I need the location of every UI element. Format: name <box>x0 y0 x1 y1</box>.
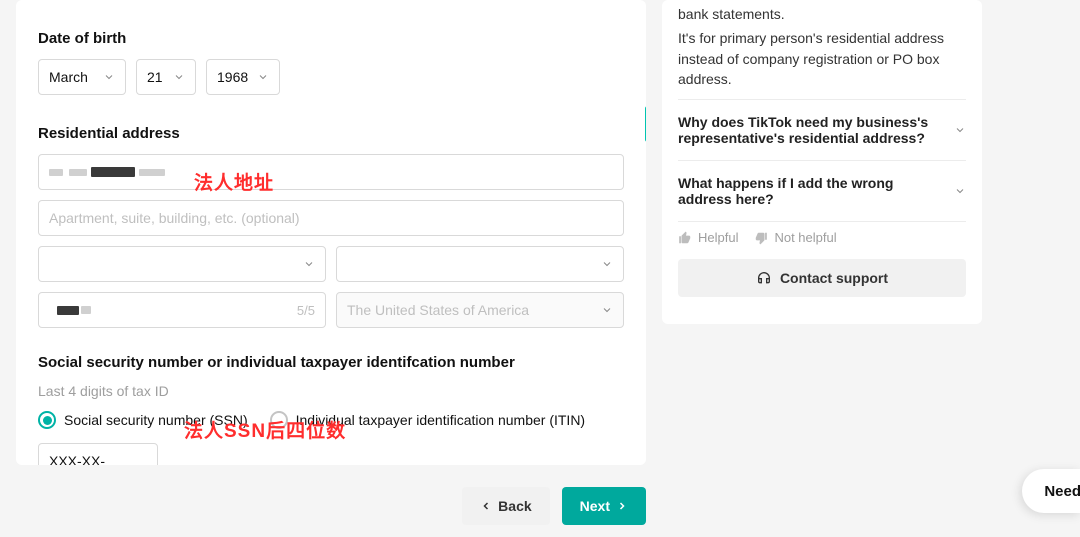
chevron-down-icon <box>103 71 115 83</box>
radio-ssn-label: Social security number (SSN) <box>64 412 248 428</box>
contact-support-button[interactable]: Contact support <box>678 259 966 297</box>
footer-actions: Back Next <box>16 487 646 525</box>
radio-itin-label: Individual taxpayer identification numbe… <box>296 412 585 428</box>
dob-month-select[interactable]: March <box>38 59 126 95</box>
chevron-left-icon <box>480 500 492 512</box>
address-line2-input[interactable]: Apartment, suite, building, etc. (option… <box>38 200 624 236</box>
dob-year-value: 1968 <box>217 69 248 85</box>
radio-dot-icon <box>270 411 288 429</box>
dob-day-value: 21 <box>147 69 163 85</box>
dob-month-value: March <box>49 69 88 85</box>
next-label: Next <box>580 498 610 514</box>
state-select[interactable] <box>336 246 624 282</box>
faq-title-2: What happens if I add the wrong address … <box>678 175 938 207</box>
contact-support-label: Contact support <box>780 270 888 286</box>
chevron-down-icon <box>601 304 613 316</box>
country-value: The United States of America <box>347 302 529 318</box>
thumb-up-icon <box>678 231 692 245</box>
thumb-down-icon <box>754 231 768 245</box>
ssn-last4-input[interactable]: XXX-XX- <box>38 443 158 465</box>
dob-title: Date of birth <box>38 30 624 47</box>
feedback-helpful-label: Helpful <box>698 230 738 245</box>
scroll-indicator <box>645 106 646 142</box>
chevron-down-icon <box>954 185 966 197</box>
headset-icon <box>756 270 772 286</box>
zip-input[interactable]: 5/5 <box>38 292 326 328</box>
chevron-right-icon <box>616 500 628 512</box>
radio-itin[interactable]: Individual taxpayer identification numbe… <box>270 411 585 429</box>
dob-day-select[interactable]: 21 <box>136 59 196 95</box>
need-help-pill[interactable]: Need <box>1022 469 1080 513</box>
chevron-down-icon <box>257 71 269 83</box>
faq-item-2[interactable]: What happens if I add the wrong address … <box>678 160 966 222</box>
feedback-not-helpful[interactable]: Not helpful <box>754 230 836 245</box>
radio-ssn[interactable]: Social security number (SSN) <box>38 411 248 429</box>
chevron-down-icon <box>173 71 185 83</box>
dob-year-select[interactable]: 1968 <box>206 59 280 95</box>
feedback-helpful[interactable]: Helpful <box>678 230 738 245</box>
help-intro-tail: bank statements. <box>678 4 966 24</box>
ssn-subtitle: Last 4 digits of tax ID <box>38 383 624 399</box>
chevron-down-icon <box>954 124 966 136</box>
ssn-prefix: XXX-XX- <box>49 453 105 465</box>
back-button[interactable]: Back <box>462 487 549 525</box>
help-panel: bank statements. It's for primary person… <box>662 0 982 324</box>
next-button[interactable]: Next <box>562 487 646 525</box>
help-intro-2: It's for primary person's residential ad… <box>678 28 966 89</box>
main-form-card: Date of birth March 21 1968 Residential … <box>16 0 646 465</box>
chevron-down-icon <box>601 258 613 270</box>
ssn-title: Social security number or individual tax… <box>38 354 624 371</box>
radio-dot-icon <box>38 411 56 429</box>
country-select[interactable]: The United States of America <box>336 292 624 328</box>
address-line1-input[interactable] <box>38 154 624 190</box>
state-value <box>347 255 361 272</box>
feedback-not-helpful-label: Not helpful <box>774 230 836 245</box>
zip-counter: 5/5 <box>297 303 315 318</box>
need-help-label: Need <box>1044 483 1080 500</box>
chevron-down-icon <box>303 258 315 270</box>
city-select[interactable] <box>38 246 326 282</box>
faq-item-1[interactable]: Why does TikTok need my business's repre… <box>678 99 966 160</box>
back-label: Back <box>498 498 531 514</box>
faq-title-1: Why does TikTok need my business's repre… <box>678 114 938 146</box>
address-title: Residential address <box>38 125 624 142</box>
